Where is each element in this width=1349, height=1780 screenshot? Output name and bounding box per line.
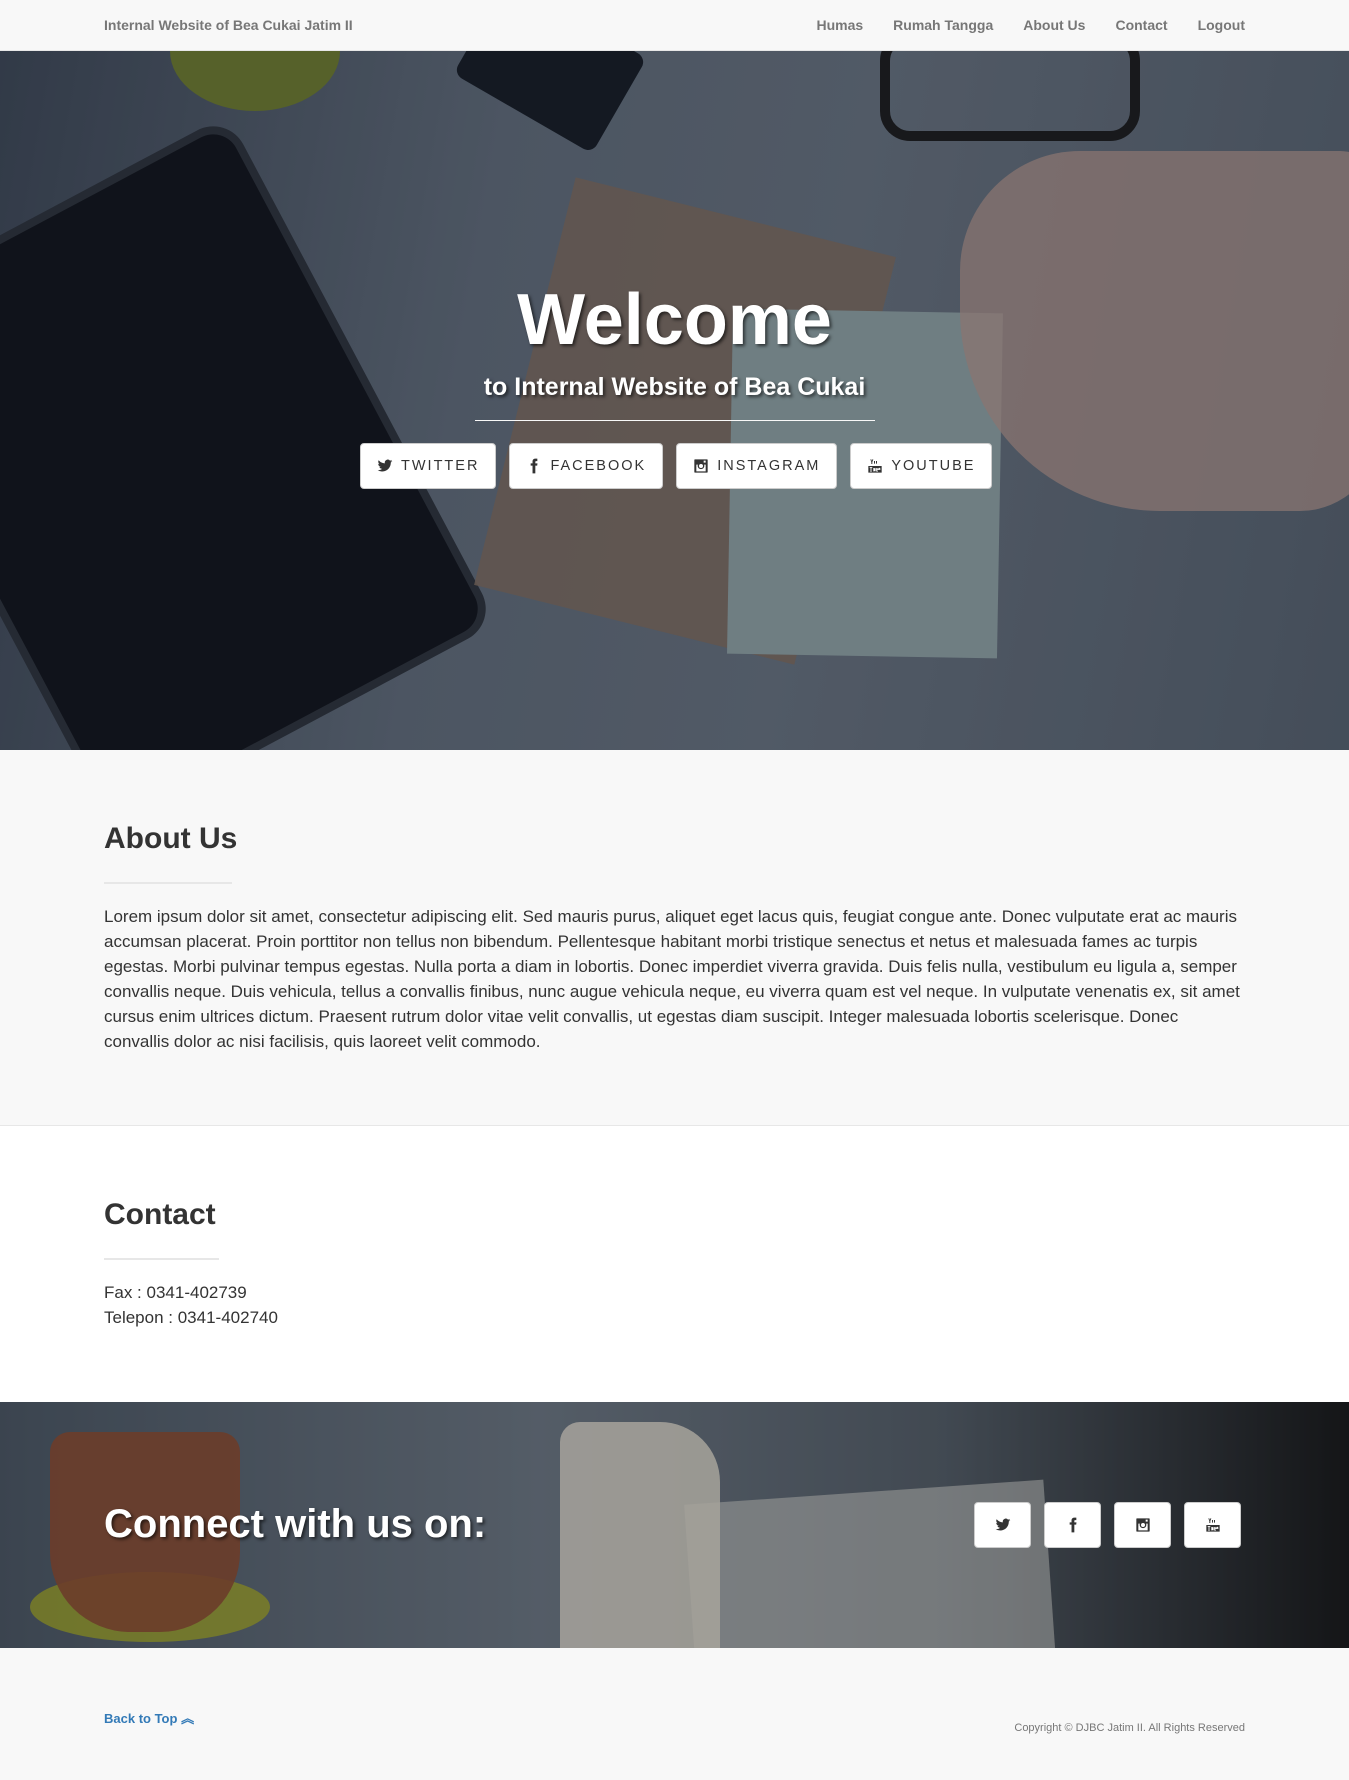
contact-divider	[104, 1258, 219, 1260]
navbar: Internal Website of Bea Cukai Jatim II H…	[0, 0, 1349, 51]
instagram-button-label: INSTAGRAM	[717, 458, 821, 474]
hero-title: Welcome	[517, 280, 832, 360]
hero-subtitle: to Internal Website of Bea Cukai	[483, 373, 866, 401]
youtube-icon	[868, 459, 883, 473]
facebook-button[interactable]: FACEBOOK	[509, 443, 664, 489]
about-divider	[104, 882, 232, 884]
hero-social-buttons: TWITTER FACEBOOK INSTAGRAM YOUTUBE	[360, 443, 993, 489]
connect-banner: Connect with us on:	[0, 1402, 1349, 1648]
twitter-button-label: TWITTER	[401, 458, 480, 474]
brand-link[interactable]: Internal Website of Bea Cukai Jatim II	[104, 17, 353, 33]
hero-section: Welcome to Internal Website of Bea Cukai…	[0, 51, 1349, 750]
about-text: Lorem ipsum dolor sit amet, consectetur …	[104, 907, 1240, 1051]
banner-instagram-button[interactable]	[1114, 1502, 1171, 1548]
instagram-icon	[694, 459, 708, 473]
nav-item-humas[interactable]: Humas	[816, 17, 863, 33]
instagram-icon	[1135, 1518, 1150, 1532]
contact-fax: Fax : 0341-402739	[104, 1283, 247, 1302]
facebook-button-label: FACEBOOK	[550, 458, 647, 474]
facebook-icon	[531, 458, 538, 474]
hero-divider	[475, 420, 875, 421]
about-heading: About Us	[104, 822, 238, 855]
contact-details: Fax : 0341-402739 Telepon : 0341-402740	[104, 1280, 278, 1330]
twitter-icon	[995, 1518, 1010, 1531]
connect-heading: Connect with us on:	[104, 1502, 487, 1546]
copyright-text: Copyright © DJBC Jatim II. All Rights Re…	[1014, 1722, 1245, 1734]
contact-heading: Contact	[104, 1198, 216, 1231]
contact-section: Contact Fax : 0341-402739 Telepon : 0341…	[0, 1126, 1349, 1402]
twitter-icon	[377, 459, 393, 472]
banner-twitter-button[interactable]	[974, 1502, 1031, 1548]
twitter-button[interactable]: TWITTER	[360, 443, 497, 489]
double-chevron-up-icon: ︽	[181, 1711, 195, 1726]
instagram-button[interactable]: INSTAGRAM	[676, 443, 838, 489]
about-section: About Us Lorem ipsum dolor sit amet, con…	[0, 750, 1349, 1126]
banner-social-buttons	[974, 1502, 1241, 1548]
back-to-top-label: Back to Top	[104, 1711, 178, 1726]
back-to-top-link[interactable]: Back to Top ︽	[104, 1708, 194, 1727]
nav-menu: Humas Rumah Tangga About Us Contact Logo…	[786, 17, 1245, 33]
nav-item-about-us[interactable]: About Us	[1023, 17, 1085, 33]
youtube-button-label: YOUTUBE	[891, 458, 976, 474]
contact-telepon: Telepon : 0341-402740	[104, 1308, 278, 1327]
nav-item-logout[interactable]: Logout	[1198, 17, 1245, 33]
youtube-icon	[1205, 1518, 1220, 1532]
banner-facebook-button[interactable]	[1044, 1502, 1101, 1548]
banner-youtube-button[interactable]	[1184, 1502, 1241, 1548]
hero-content: Welcome to Internal Website of Bea Cukai…	[0, 51, 1349, 750]
footer: Back to Top ︽ Copyright © DJBC Jatim II.…	[0, 1648, 1349, 1780]
facebook-icon	[1069, 1517, 1076, 1533]
youtube-button[interactable]: YOUTUBE	[850, 443, 993, 489]
nav-item-contact[interactable]: Contact	[1115, 17, 1167, 33]
nav-item-rumah-tangga[interactable]: Rumah Tangga	[893, 17, 993, 33]
